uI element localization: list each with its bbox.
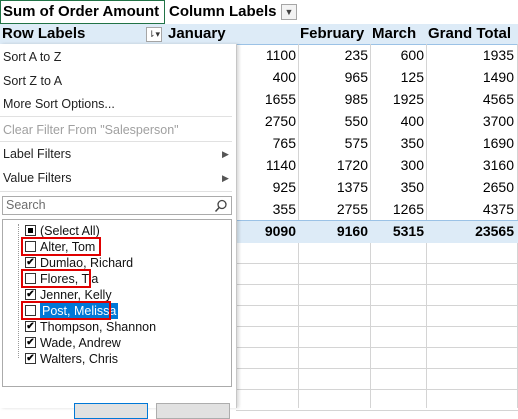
grand-total-cell[interactable]: 9160 [308,220,368,242]
search-input[interactable]: Search [2,196,232,215]
checkbox-checked-icon[interactable]: ✔ [25,289,36,300]
month-header-march: March [372,25,417,42]
ok-button[interactable] [74,403,148,419]
gridline [236,263,518,264]
grand-total-cell[interactable]: 5315 [364,220,424,242]
salesperson-checklist[interactable]: (Select All) Alter, Tom ✔ Dumlao, Richard Fl… [2,219,232,387]
value-cell[interactable]: 1375 [308,176,368,198]
checkbox-checked-icon[interactable]: ✔ [25,353,36,364]
value-cell[interactable]: 2650 [454,176,514,198]
value-cell[interactable]: 965 [308,66,368,88]
annotation-highlight-box [21,269,91,288]
gridline [236,410,518,411]
grand-total-cell[interactable]: 23565 [454,220,514,242]
value-cell[interactable]: 400 [236,66,296,88]
gridline [236,347,518,348]
sort-a-to-z-item[interactable]: Sort A to Z [3,48,61,66]
column-labels-header: Column Labels [169,3,277,20]
menu-divider [0,141,232,142]
checklist-item[interactable]: Post, Melissa [3,301,229,320]
checklist-item[interactable]: Alter, Tom [3,237,229,256]
value-cell[interactable]: 1265 [364,198,424,220]
checklist-item[interactable]: ✔ Walters, Chris [3,351,229,367]
checkbox-mixed-icon[interactable] [25,225,36,236]
value-cell[interactable]: 400 [364,110,424,132]
value-field-header[interactable]: Sum of Order Amount [0,0,165,24]
value-cell[interactable]: 575 [308,132,368,154]
value-cell[interactable]: 985 [308,88,368,110]
annotation-highlight-box [21,301,111,320]
value-cell[interactable]: 1925 [364,88,424,110]
value-cell[interactable]: 300 [364,154,424,176]
more-sort-options-item[interactable]: More Sort Options... [3,95,115,113]
filter-sort-menu: Sort A to Z Sort Z to A More Sort Option… [0,44,237,419]
grand-total-cell[interactable]: 9090 [236,220,296,242]
value-cell[interactable]: 350 [364,132,424,154]
row-filter-dropdown-button[interactable]: ⇂▾ [146,27,162,42]
value-cell[interactable]: 1720 [308,154,368,176]
menu-divider [0,116,232,117]
checklist-item-label: Walters, Chris [40,352,119,366]
value-cell[interactable]: 4375 [454,198,514,220]
checklist-item-label: Thompson, Shannon [40,320,157,334]
value-cell[interactable]: 1935 [454,44,514,66]
chevron-right-icon: ▶ [222,173,229,183]
annotation-highlight-box [21,237,101,256]
checklist-item[interactable]: ✔ Wade, Andrew [3,335,229,351]
value-cell[interactable]: 1140 [236,154,296,176]
filter-sort-icon: ⇂▾ [147,29,161,39]
value-cell[interactable]: 550 [308,110,368,132]
gridline [236,305,518,306]
checkbox-checked-icon[interactable]: ✔ [25,257,36,268]
value-cell[interactable]: 1690 [454,132,514,154]
value-cell[interactable]: 4565 [454,88,514,110]
value-cell[interactable]: 2750 [236,110,296,132]
value-cell[interactable]: 925 [236,176,296,198]
search-icon [214,199,227,213]
month-header-january: January [168,25,226,42]
month-header-grand-total: Grand Total [428,25,512,42]
gridline [236,284,518,285]
value-cell[interactable]: 2755 [308,198,368,220]
row-labels-header: Row Labels [2,25,86,42]
value-cell[interactable]: 1490 [454,66,514,88]
gridline [236,389,518,390]
checklist-item[interactable]: ✔ Thompson, Shannon [3,319,229,335]
checkbox-checked-icon[interactable]: ✔ [25,337,36,348]
menu-divider [0,191,232,192]
chevron-right-icon: ▶ [222,149,229,159]
value-cell[interactable]: 765 [236,132,296,154]
clear-filter-item: Clear Filter From "Salesperson" [3,123,179,137]
value-cell[interactable]: 3160 [454,154,514,176]
checkbox-checked-icon[interactable]: ✔ [25,321,36,332]
search-placeholder: Search [6,198,46,212]
value-cell[interactable]: 3700 [454,110,514,132]
value-cell[interactable]: 350 [364,176,424,198]
month-header-february: February [300,25,365,42]
label-filters-item[interactable]: Label Filters [3,145,71,163]
chevron-down-icon: ▼ [284,7,294,17]
gridline [236,326,518,327]
value-filters-item[interactable]: Value Filters [3,169,72,187]
value-cell[interactable]: 600 [364,44,424,66]
value-cell[interactable]: 125 [364,66,424,88]
gridline [236,368,518,369]
checklist-item[interactable]: Flores, Tia [3,269,229,288]
value-cell[interactable]: 1655 [236,88,296,110]
value-cell[interactable]: 235 [308,44,368,66]
checklist-item-label: Wade, Andrew [40,336,121,350]
value-cell[interactable]: 1100 [236,44,296,66]
cancel-button[interactable] [156,403,230,419]
value-cell[interactable]: 355 [236,198,296,220]
column-filter-dropdown-button[interactable]: ▼ [281,4,297,20]
sort-z-to-a-item[interactable]: Sort Z to A [3,72,62,90]
